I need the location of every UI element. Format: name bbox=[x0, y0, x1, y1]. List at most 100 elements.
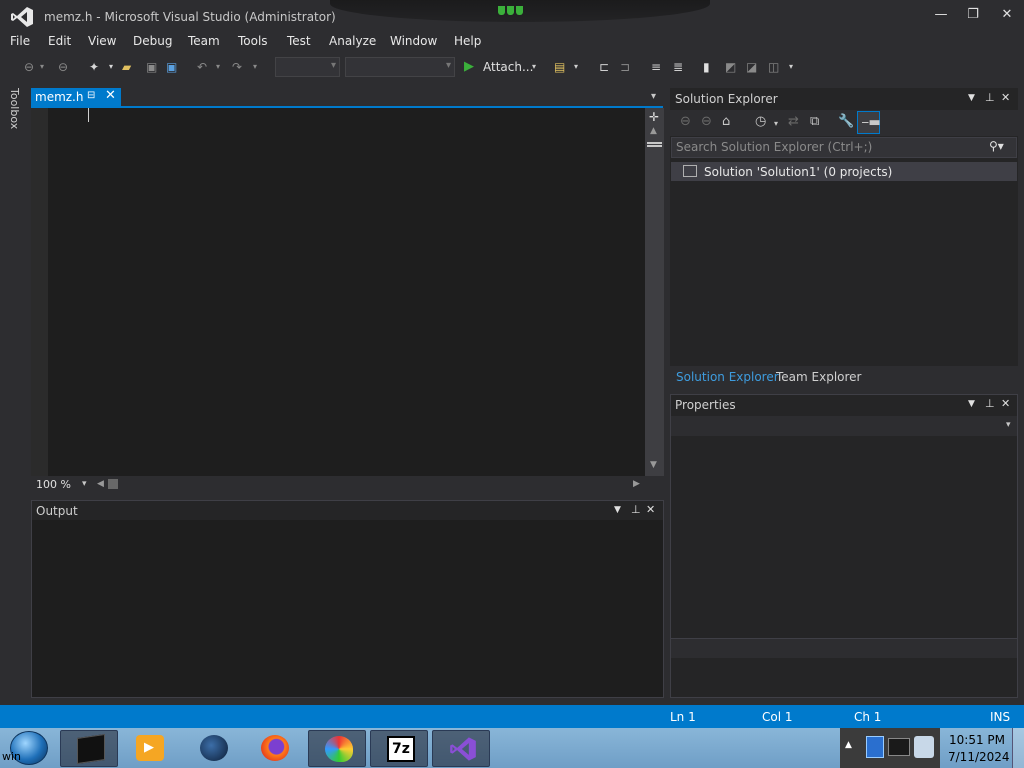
taskbar-firefox[interactable] bbox=[245, 730, 303, 767]
scroll-left-icon[interactable]: ◀ bbox=[97, 479, 104, 489]
start-overlay-text: win bbox=[2, 750, 22, 763]
globe-app-icon bbox=[200, 735, 228, 761]
close-tab-icon[interactable]: ✕ bbox=[105, 88, 116, 103]
step-icon[interactable]: ⊏ bbox=[599, 58, 609, 76]
tray-expand-icon[interactable]: ▲ bbox=[845, 740, 852, 750]
clock-time[interactable]: 10:51 PM bbox=[949, 733, 1005, 747]
redo-icon[interactable]: ↷ bbox=[232, 58, 242, 76]
back-icon[interactable]: ⊖ bbox=[24, 58, 34, 76]
scroll-down-icon[interactable]: ▼ bbox=[650, 460, 657, 470]
output-close-icon[interactable]: ✕ bbox=[646, 503, 655, 516]
save-all-icon[interactable]: ▣ bbox=[166, 58, 177, 76]
back-dropdown-icon[interactable]: ▾ bbox=[40, 58, 44, 76]
tab-team-explorer[interactable]: Team Explorer bbox=[776, 370, 862, 384]
props-combo-arrow-icon[interactable]: ▾ bbox=[1006, 420, 1011, 430]
menu-test[interactable]: Test bbox=[287, 34, 311, 48]
pending-changes-icon[interactable]: ◷ bbox=[755, 114, 766, 129]
taskbar-paint[interactable] bbox=[308, 730, 366, 767]
toolbar-overflow-icon[interactable]: ▾ bbox=[789, 58, 793, 76]
tree-item-label: Solution 'Solution1' (0 projects) bbox=[704, 165, 893, 179]
forward-icon[interactable]: ⊖ bbox=[58, 58, 68, 76]
scroll-up-icon[interactable]: ▲ bbox=[650, 126, 657, 136]
taskbar-media-player[interactable]: ▶ bbox=[120, 730, 178, 767]
props-pin-icon[interactable]: ⊥ bbox=[985, 397, 995, 410]
new-project-icon[interactable]: ✦ bbox=[89, 58, 99, 76]
tray-app-icon[interactable] bbox=[866, 736, 884, 758]
find-dropdown-icon[interactable]: ▾ bbox=[574, 58, 578, 76]
pin-icon[interactable]: ⊟ bbox=[87, 90, 95, 101]
menu-help[interactable]: Help bbox=[454, 34, 481, 48]
properties-grid[interactable] bbox=[671, 438, 1017, 636]
next-bookmark-icon[interactable]: ◪ bbox=[746, 58, 757, 76]
clear-bookmark-icon[interactable]: ◫ bbox=[768, 58, 779, 76]
bookmark-icon[interactable]: ▮ bbox=[703, 58, 710, 76]
properties-object-combo[interactable] bbox=[671, 416, 1017, 436]
se-dropdown-icon[interactable]: ▼ bbox=[968, 93, 975, 103]
toolbox-tab[interactable]: Toolbox bbox=[8, 88, 21, 129]
solution-platform-combo[interactable] bbox=[345, 57, 455, 77]
menu-window[interactable]: Window bbox=[390, 34, 437, 48]
collapse-all-icon[interactable]: ⧉ bbox=[810, 114, 819, 129]
solution-tree bbox=[671, 160, 1017, 365]
code-editor[interactable] bbox=[31, 108, 664, 476]
show-desktop-button[interactable] bbox=[1012, 728, 1024, 768]
output-pin-icon[interactable]: ⊥ bbox=[631, 503, 641, 516]
tray-network-icon[interactable] bbox=[914, 736, 934, 758]
output-dropdown-icon[interactable]: ▼ bbox=[614, 505, 621, 515]
uncomment-icon[interactable]: ≣ bbox=[673, 58, 683, 76]
home-icon[interactable]: ⌂ bbox=[722, 114, 730, 129]
menu-view[interactable]: View bbox=[88, 34, 116, 48]
find-icon[interactable]: ▤ bbox=[554, 58, 565, 76]
scroll-right-icon[interactable]: ▶ bbox=[633, 479, 640, 489]
save-icon[interactable]: ▣ bbox=[146, 58, 157, 76]
redo-dropdown-icon[interactable]: ▾ bbox=[253, 58, 257, 76]
se-forward-icon[interactable]: ⊖ bbox=[701, 114, 712, 129]
horizontal-scroll-thumb[interactable] bbox=[108, 479, 118, 489]
taskbar-visual-studio[interactable] bbox=[432, 730, 490, 767]
output-content[interactable] bbox=[32, 520, 663, 697]
minimize-button[interactable]: — bbox=[930, 6, 952, 24]
split-icon[interactable]: ✛ bbox=[649, 110, 659, 124]
properties-wrench-icon[interactable]: 🔧 bbox=[838, 114, 854, 129]
solution-config-combo[interactable] bbox=[275, 57, 340, 77]
taskbar-globe[interactable] bbox=[184, 730, 242, 767]
menu-file[interactable]: File bbox=[10, 34, 30, 48]
start-icon[interactable]: ▶ bbox=[464, 58, 474, 76]
se-back-icon[interactable]: ⊖ bbox=[680, 114, 691, 129]
menu-debug[interactable]: Debug bbox=[133, 34, 172, 48]
clock-date[interactable]: 7/11/2024 bbox=[948, 750, 1010, 764]
menu-team[interactable]: Team bbox=[188, 34, 220, 48]
notch-indicator bbox=[498, 4, 528, 15]
restore-button[interactable]: ❐ bbox=[962, 6, 984, 24]
close-button[interactable]: ✕ bbox=[996, 6, 1018, 24]
undo-dropdown-icon[interactable]: ▾ bbox=[216, 58, 220, 76]
se-pin-icon[interactable]: ⊥ bbox=[985, 91, 995, 104]
new-dropdown-icon[interactable]: ▾ bbox=[109, 58, 113, 76]
pending-dropdown-icon[interactable]: ▾ bbox=[774, 119, 778, 128]
menu-analyze[interactable]: Analyze bbox=[329, 34, 376, 48]
props-dropdown-icon[interactable]: ▼ bbox=[968, 399, 975, 409]
attach-dropdown-icon[interactable]: ▾ bbox=[532, 58, 536, 76]
menu-tools[interactable]: Tools bbox=[238, 34, 268, 48]
menu-edit[interactable]: Edit bbox=[48, 34, 71, 48]
tab-solution-explorer[interactable]: Solution Explorer bbox=[676, 370, 779, 384]
search-icon[interactable]: ⚲▾ bbox=[989, 139, 1004, 153]
scroll-thumb[interactable] bbox=[647, 142, 662, 147]
props-close-icon[interactable]: ✕ bbox=[1001, 397, 1010, 410]
prev-bookmark-icon[interactable]: ◩ bbox=[725, 58, 736, 76]
taskbar-terminal[interactable] bbox=[60, 730, 118, 767]
sync-icon[interactable]: ⇄ bbox=[788, 114, 799, 129]
vertical-scrollbar[interactable]: ✛ ▲ ▼ bbox=[645, 108, 664, 476]
tray-monitor-icon[interactable] bbox=[888, 738, 910, 756]
zoom-level[interactable]: 100 % bbox=[36, 478, 71, 491]
document-tab-memz[interactable]: memz.h ⊟ ✕ bbox=[31, 88, 121, 107]
step-over-icon[interactable]: ⊐ bbox=[620, 58, 630, 76]
open-icon[interactable]: ▰ bbox=[122, 58, 131, 76]
document-overflow-icon[interactable]: ▾ bbox=[651, 91, 656, 102]
se-close-icon[interactable]: ✕ bbox=[1001, 91, 1010, 104]
attach-button[interactable]: Attach... bbox=[483, 58, 533, 76]
comment-icon[interactable]: ≡ bbox=[651, 58, 661, 76]
zoom-dropdown-icon[interactable]: ▾ bbox=[82, 479, 87, 489]
taskbar-7zip[interactable]: 7z bbox=[370, 730, 428, 767]
undo-icon[interactable]: ↶ bbox=[197, 58, 207, 76]
